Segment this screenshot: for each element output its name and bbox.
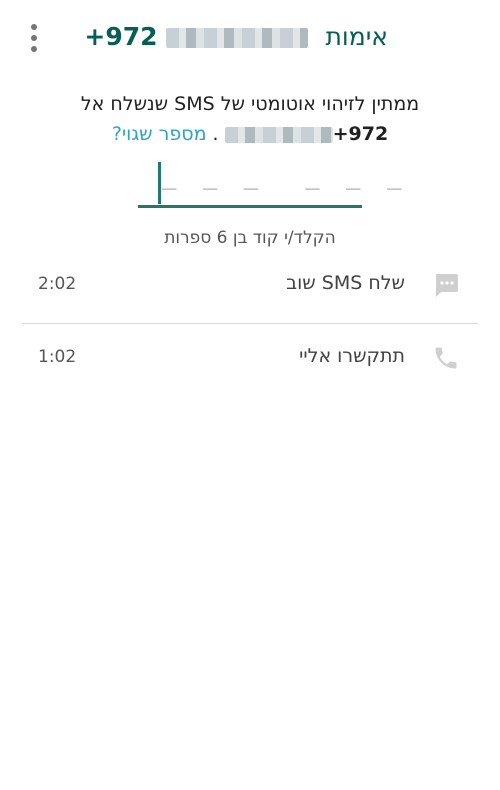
- input-underline: [138, 205, 362, 208]
- call-me-label: תתקשרו אליי: [299, 345, 405, 367]
- verification-description: ממתין לזיהוי אוטומטי של SMS שנשלח אל +97…: [40, 90, 460, 148]
- page-title: אימות +972: [84, 22, 388, 51]
- phone-icon: [432, 344, 460, 372]
- verification-code-input[interactable]: — — — — — —: [138, 160, 401, 208]
- description-line: ממתין לזיהוי אוטומטי של SMS שנשלח אל: [80, 93, 420, 115]
- title-text: אימות: [325, 22, 388, 51]
- resend-sms-timer: 2:02: [38, 274, 77, 294]
- divider: [22, 323, 478, 324]
- redacted-phone-number: [165, 28, 308, 48]
- code-hint: הקלד/י קוד בן 6 ספרות: [164, 228, 336, 248]
- call-me-row[interactable]: תתקשרו אליי 1:02: [0, 338, 500, 378]
- redacted-sent-number: [224, 126, 333, 143]
- phone-line: +972. מספר שגוי?: [111, 123, 389, 145]
- resend-sms-label: שלח SMS שוב: [286, 272, 405, 294]
- message-icon: [432, 271, 460, 299]
- more-options-icon[interactable]: [24, 24, 44, 52]
- sent-phone-prefix: +972: [332, 123, 389, 145]
- call-me-timer: 1:02: [38, 347, 77, 367]
- title-phone-prefix: +972: [84, 22, 158, 51]
- text-cursor: [158, 162, 161, 204]
- resend-sms-row[interactable]: שלח SMS שוב 2:02: [0, 265, 500, 305]
- code-placeholder: — — — — — —: [162, 174, 408, 202]
- wrong-number-link[interactable]: מספר שגוי?: [112, 123, 207, 145]
- app-bar: אימות +972: [0, 0, 500, 80]
